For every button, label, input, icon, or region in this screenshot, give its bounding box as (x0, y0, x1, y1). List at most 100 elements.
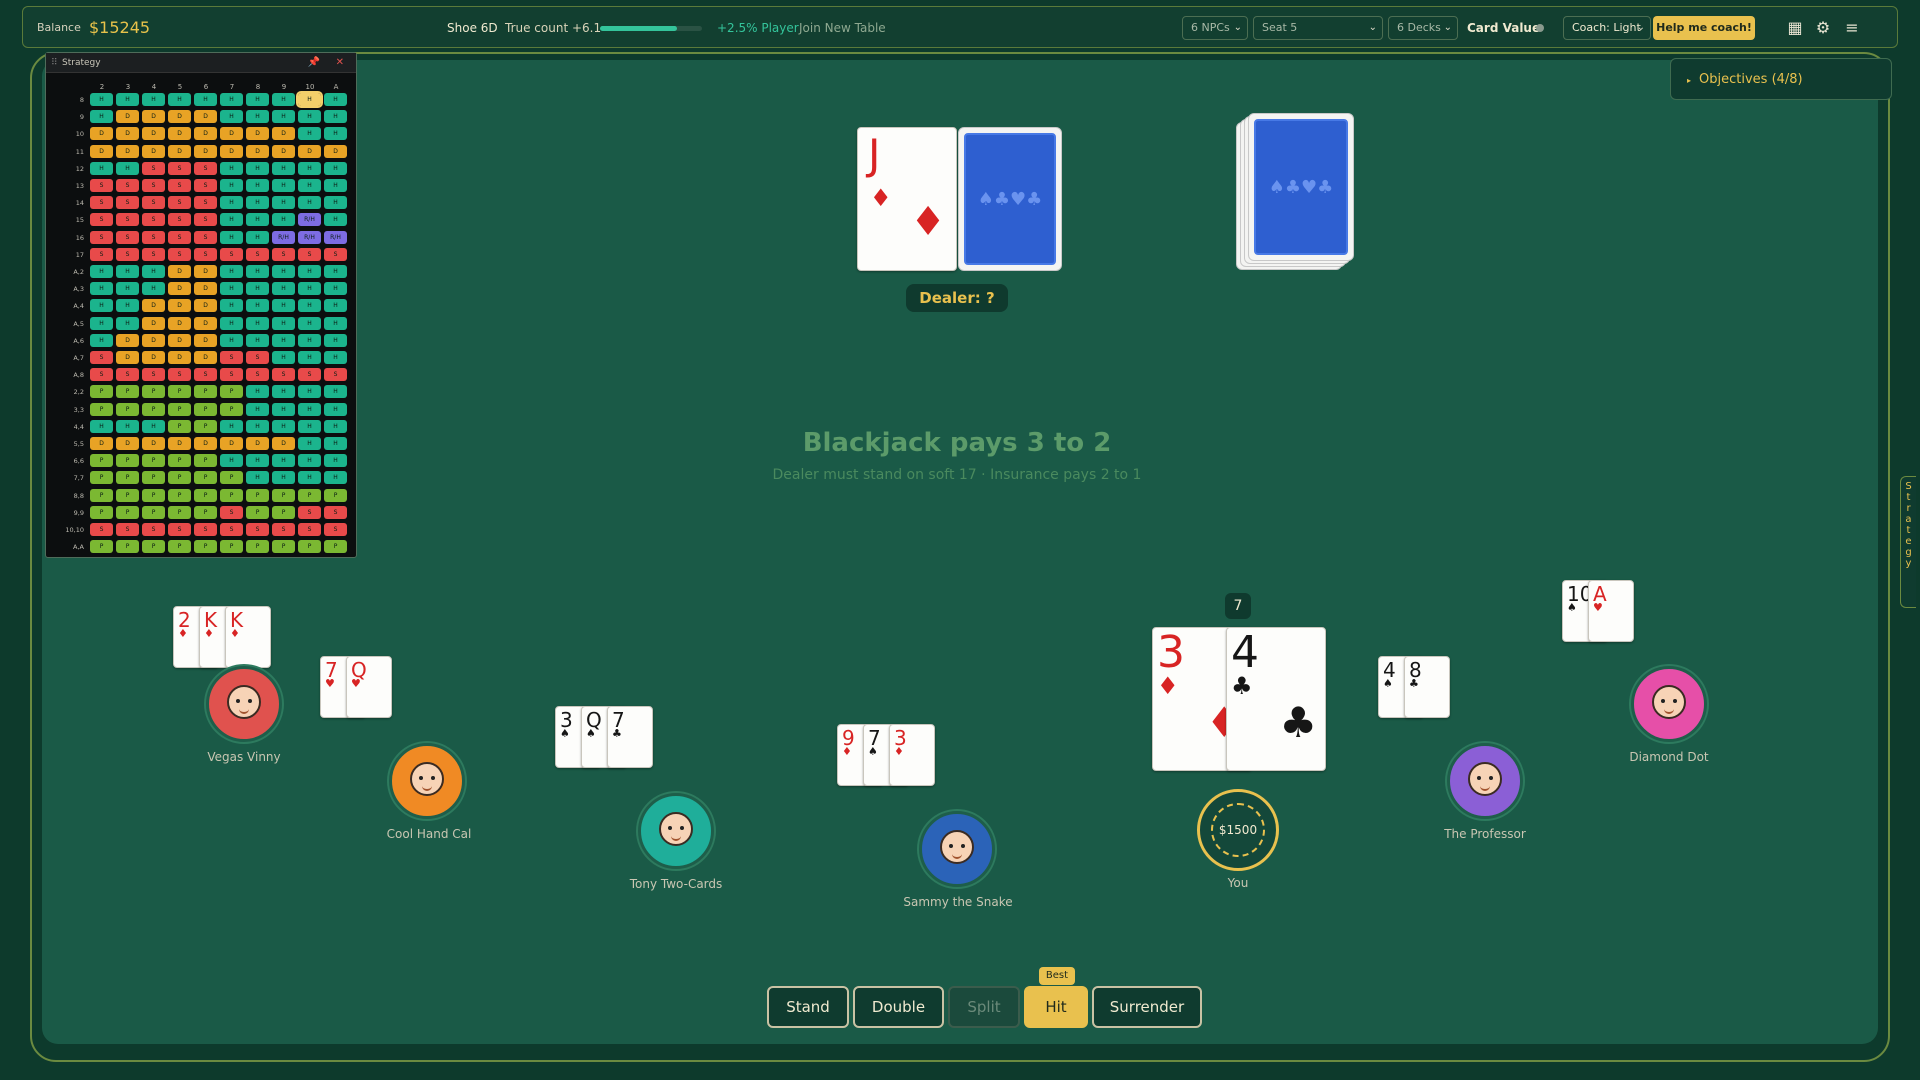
strategy-cell: D (142, 333, 165, 347)
shoe: ♠♣♥♣ (1248, 113, 1354, 261)
strategy-cell: P (246, 505, 269, 519)
strategy-cell: H (220, 213, 243, 227)
strategy-cell: H (220, 110, 243, 124)
strategy-cell: S (142, 213, 165, 227)
strategy-cell: D (142, 316, 165, 330)
strategy-cell: P (90, 505, 113, 519)
hit-button[interactable]: Hit (1024, 986, 1088, 1028)
strategy-cell: P (142, 505, 165, 519)
strategy-cell: P (272, 488, 295, 502)
split-button[interactable]: Split (948, 986, 1020, 1028)
card-suit: ♦ (894, 745, 904, 758)
strategy-cell: H (324, 213, 347, 227)
strategy-cell: H (298, 179, 321, 192)
player-card: Q ♥ (346, 656, 392, 718)
strategy-cell: S (168, 161, 191, 175)
strategy-cell: P (142, 471, 165, 485)
strategy-cell: H (298, 110, 321, 124)
strategy-cell: P (194, 471, 217, 485)
strategy-row-label: 3,3 (73, 405, 84, 414)
grid-icon[interactable]: ▦ (1784, 17, 1806, 39)
strategy-cell: D (246, 127, 269, 141)
strategy-panel-header[interactable]: ⠿ Strategy 📌 ✕ (46, 53, 356, 73)
strategy-row-label: 14 (75, 199, 84, 208)
strategy-cell: H (90, 282, 113, 296)
strategy-cell: S (246, 351, 269, 364)
strategy-cell: S (194, 213, 217, 227)
surrender-button[interactable]: Surrender (1092, 986, 1202, 1028)
strategy-cell: H (272, 93, 295, 106)
strategy-cell: H (220, 333, 243, 347)
strategy-cell: H (298, 161, 321, 175)
player-avatar (1447, 743, 1523, 819)
strategy-cell: H (220, 265, 243, 278)
strategy-cell: D (246, 437, 269, 450)
join-new-table-link[interactable]: Join New Table (799, 7, 886, 49)
dealer-up-card: J ♦ ♦ (857, 127, 957, 271)
strategy-row-label: A,3 (73, 285, 84, 294)
strategy-cell: H (272, 333, 295, 347)
help-me-coach-button[interactable]: Help me coach! (1653, 16, 1755, 40)
side-tab-letter: r (1906, 503, 1911, 514)
npcs-select[interactable]: 6 NPCs ⌄ (1182, 16, 1248, 40)
strategy-cell: S (168, 213, 191, 227)
strategy-cell: H (246, 454, 269, 468)
strategy-cell: H (90, 265, 113, 278)
card-value-toggle[interactable] (1536, 24, 1544, 32)
triangle-right-icon: ▸ (1687, 76, 1692, 85)
strategy-cell: H (272, 316, 295, 330)
strategy-cell: D (194, 299, 217, 313)
avatar-face (1652, 685, 1686, 719)
seat-select[interactable]: Seat 5 ⌄ (1253, 16, 1383, 40)
strategy-cell: D (168, 144, 191, 158)
strategy-cell: P (246, 488, 269, 502)
strategy-cell: P (116, 385, 139, 399)
strategy-row-label: A,2 (73, 268, 84, 276)
objectives-toggle[interactable]: ▸ Objectives (4/8) (1670, 58, 1892, 100)
card-rank: J (868, 130, 881, 179)
strategy-cell: H (272, 419, 295, 433)
drag-handle-icon[interactable]: ⠿ (51, 53, 58, 73)
strategy-cell: P (90, 540, 113, 554)
strategy-cell: H (116, 265, 139, 278)
player-name: Sammy the Snake (903, 895, 1013, 909)
strategy-cell: S (272, 247, 295, 261)
strategy-cell: H (298, 351, 321, 364)
shoe-label: Shoe 6D (447, 21, 498, 35)
coach-select[interactable]: Coach: Light ⌄ (1563, 16, 1651, 40)
strategy-cell: S (90, 196, 113, 210)
side-tab-letter: t (1906, 525, 1911, 536)
strategy-cell: H (220, 93, 243, 106)
strategy-cell: H (298, 316, 321, 330)
strategy-cell: H (220, 316, 243, 330)
strategy-cell: S (142, 230, 165, 244)
dealer-total-label: Dealer: ? (906, 284, 1008, 312)
strategy-cell: H (220, 230, 243, 244)
strategy-row-label: 13 (75, 182, 84, 190)
strategy-cell: H (246, 402, 269, 416)
strategy-side-tab[interactable]: Strategy (1900, 476, 1916, 608)
gear-icon[interactable]: ⚙ (1812, 17, 1834, 39)
strategy-cell: P (272, 505, 295, 519)
strategy-cell: D (168, 299, 191, 313)
card-suit: ♣ (612, 727, 622, 740)
card-suit-large: ♣ (1279, 698, 1317, 747)
double-button[interactable]: Double (853, 986, 944, 1028)
pin-icon[interactable]: 📌 (308, 53, 320, 73)
strategy-cell: R/H (272, 230, 295, 244)
coach-select-value: Coach: Light (1572, 21, 1641, 34)
stand-button[interactable]: Stand (767, 986, 849, 1028)
chevron-down-icon: ⌄ (1636, 22, 1645, 33)
strategy-cell: P (194, 454, 217, 468)
strategy-cell: D (142, 110, 165, 124)
strategy-row-label: 11 (75, 147, 84, 156)
decks-select[interactable]: 6 Decks ⌄ (1388, 16, 1458, 40)
chevron-down-icon: ⌄ (1443, 22, 1452, 33)
strategy-cell: H (272, 265, 295, 278)
strategy-cell: H (272, 351, 295, 364)
strategy-row-label: 4,4 (73, 422, 84, 431)
card-suit: ♦ (204, 627, 214, 640)
close-icon[interactable]: ✕ (336, 53, 344, 73)
strategy-cell: S (168, 247, 191, 261)
menu-icon[interactable]: ≡ (1841, 17, 1863, 39)
